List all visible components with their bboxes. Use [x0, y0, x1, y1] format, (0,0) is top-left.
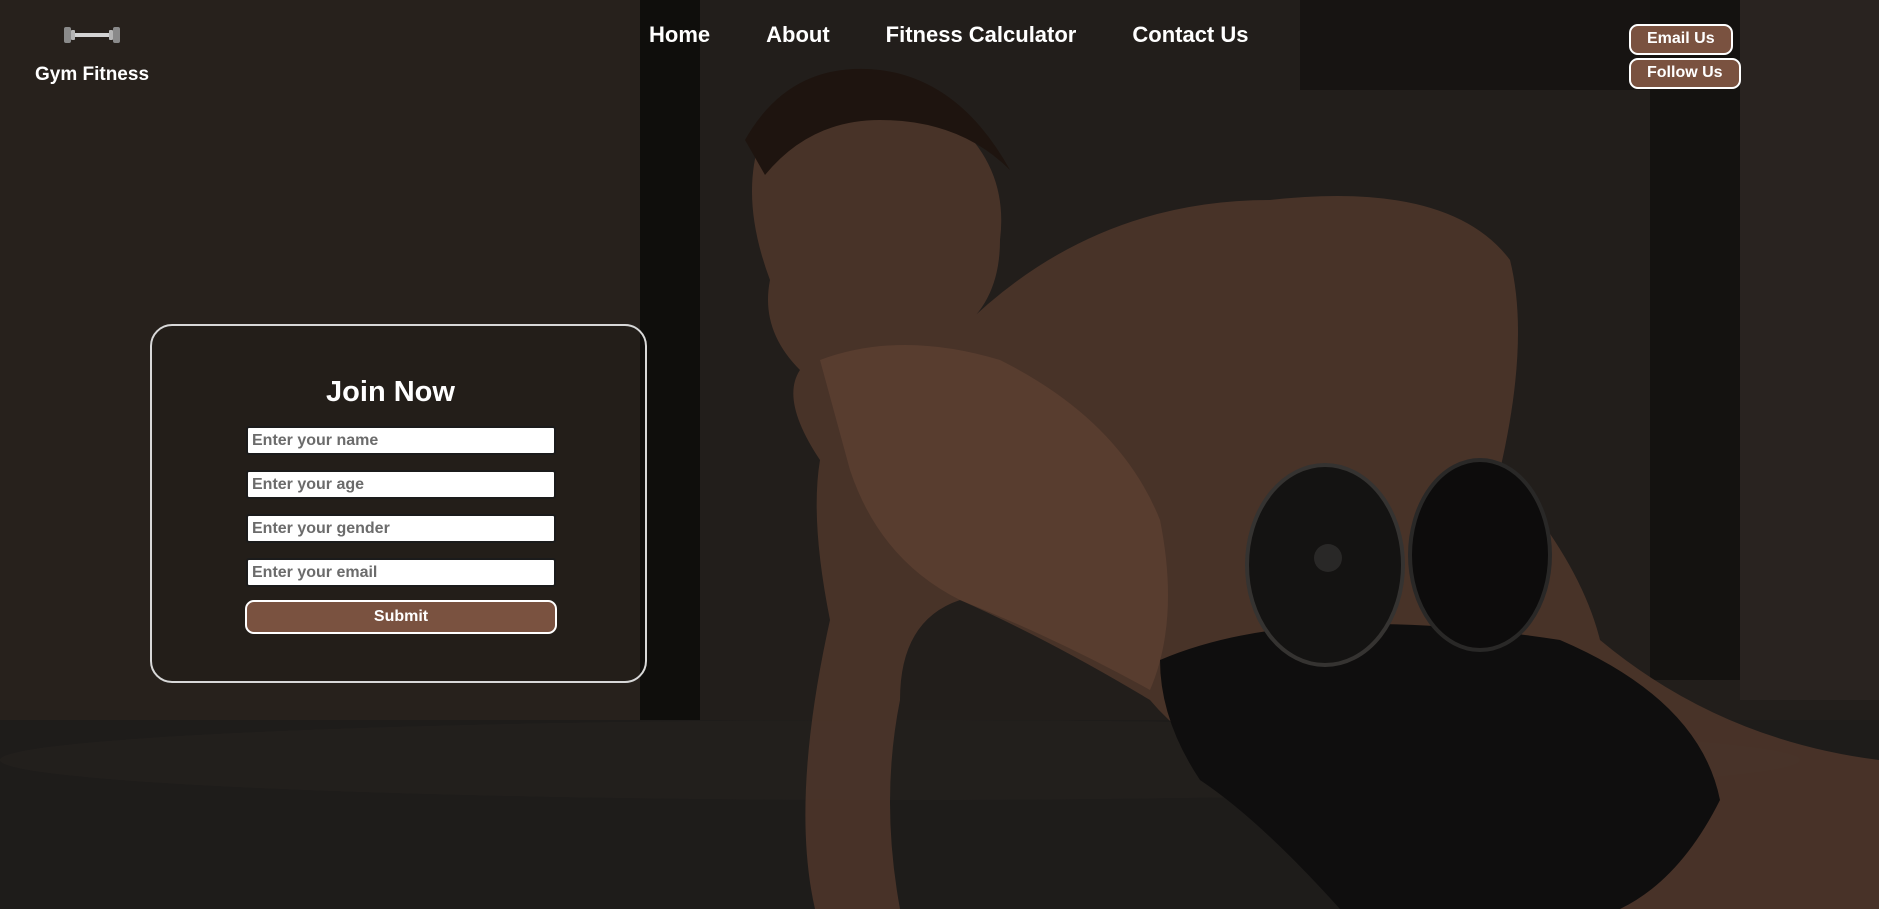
email-us-button[interactable]: Email Us — [1629, 24, 1733, 55]
submit-button[interactable]: Submit — [245, 600, 557, 634]
contact-buttons: Email Us Follow Us — [1629, 24, 1749, 92]
nav-item-home[interactable]: Home — [649, 22, 710, 48]
nav-item-about[interactable]: About — [766, 22, 830, 48]
nav-item-fitness-calculator[interactable]: Fitness Calculator — [886, 22, 1077, 48]
join-form-card: Join Now Submit — [150, 324, 647, 683]
email-input[interactable] — [246, 558, 556, 587]
main-nav: Home About Fitness Calculator Contact Us — [649, 22, 1249, 48]
join-form-title: Join Now — [326, 376, 455, 408]
brand-logo[interactable]: Gym Fitness — [22, 20, 162, 86]
brand-name: Gym Fitness — [34, 64, 150, 85]
follow-us-button[interactable]: Follow Us — [1629, 58, 1741, 89]
dumbbell-icon — [64, 27, 120, 43]
name-input[interactable] — [246, 426, 556, 455]
hero-section: Gym Fitness Home About Fitness Calculato… — [0, 0, 1879, 909]
age-input[interactable] — [246, 470, 556, 499]
gender-input[interactable] — [246, 514, 556, 543]
nav-item-contact-us[interactable]: Contact Us — [1132, 22, 1248, 48]
